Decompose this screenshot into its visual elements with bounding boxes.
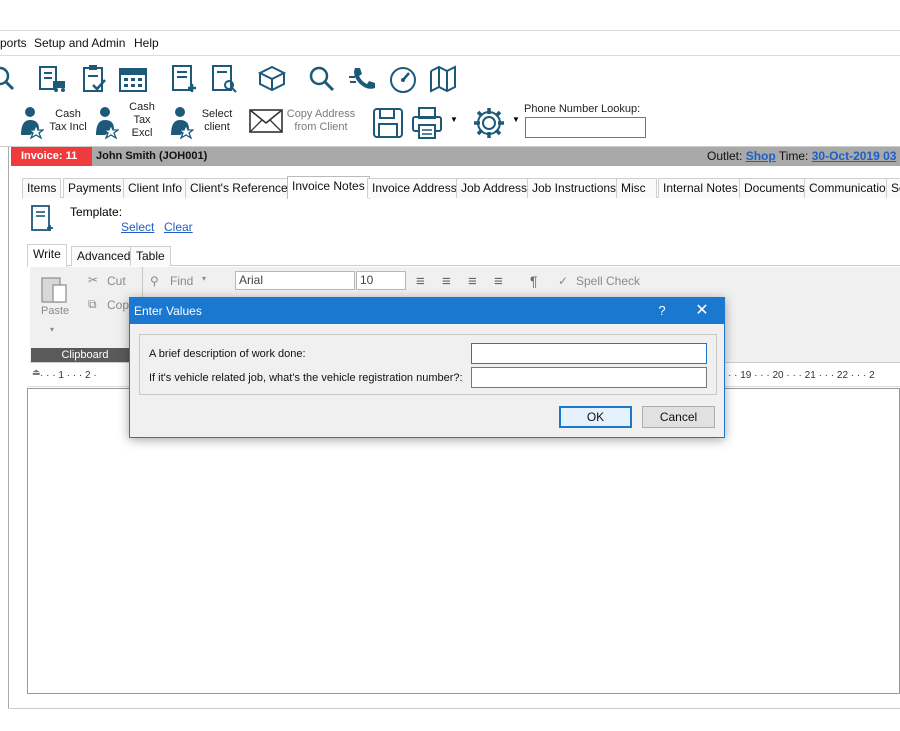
menu-bar: ports Setup and Admin Help: [0, 30, 900, 56]
search-clients-icon[interactable]: [0, 63, 18, 95]
template-label: Template:: [70, 205, 123, 219]
left-panel-edge: [0, 99, 9, 709]
vehicle-registration-label: If it's vehicle related job, what's the …: [149, 372, 463, 384]
tab-overflow[interactable]: Se: [886, 178, 900, 198]
work-description-label: A brief description of work done:: [149, 348, 306, 360]
invoice-header-bar: Invoice: 11 John Smith (JOH001) Outlet: …: [11, 147, 900, 166]
phone-lookup-input[interactable]: [525, 117, 646, 138]
delivery-docket-icon[interactable]: [36, 63, 68, 95]
invoice-number-badge: Invoice: 11: [11, 147, 92, 166]
template-area: Template: Select Clear: [22, 199, 900, 243]
main-icon-toolbar: [0, 57, 900, 99]
envelope-icon[interactable]: [249, 109, 283, 133]
template-clear-link[interactable]: Clear: [164, 220, 193, 234]
stock-box-icon[interactable]: [256, 63, 288, 95]
user-cash-tax-excl-icon[interactable]: [93, 105, 119, 139]
paste-icon[interactable]: [38, 273, 70, 305]
new-invoice-icon[interactable]: [168, 63, 200, 95]
cut-label[interactable]: Cut: [107, 274, 126, 288]
template-document-icon: [31, 205, 53, 231]
find-icon[interactable]: ⚲: [150, 274, 159, 288]
find-dropdown-chevron-icon[interactable]: ▾: [202, 274, 206, 283]
outlet-label: Outlet:: [707, 149, 743, 163]
ruler-left-ticks: · · · 1 · · · 2 ·: [40, 370, 97, 381]
find-label[interactable]: Find: [170, 274, 193, 288]
outlet-link[interactable]: Shop: [746, 149, 776, 163]
spell-check-label[interactable]: Spell Check: [576, 274, 640, 288]
tab-documents[interactable]: Documents: [739, 178, 810, 198]
cut-icon[interactable]: ✂: [88, 273, 98, 287]
time-label: Time:: [778, 149, 809, 163]
subtab-table[interactable]: Table: [130, 246, 171, 266]
tab-invoice-notes[interactable]: Invoice Notes: [287, 176, 370, 199]
tab-job-address[interactable]: Job Address: [456, 178, 533, 198]
copy-label[interactable]: Cop: [107, 298, 129, 312]
invoice-outlet-time: Outlet: Shop Time: 30-Oct-2019 03: [707, 147, 896, 166]
invoice-toolbar: Cash Tax Incl Cash Tax Excl Select client Co…: [0, 99, 900, 147]
ok-button[interactable]: OK: [559, 406, 632, 428]
window-bottom-border: [10, 708, 900, 709]
editor-subtabs: Write Advanced Table: [27, 244, 900, 267]
template-select-link[interactable]: Select: [121, 220, 154, 234]
user-cash-tax-incl-icon[interactable]: [18, 105, 44, 139]
print-dropdown-chevron-icon[interactable]: ▼: [450, 115, 458, 124]
help-icon[interactable]: ?: [650, 298, 674, 324]
search-icon[interactable]: [306, 63, 338, 95]
menu-help[interactable]: Help: [134, 36, 159, 50]
tab-misc[interactable]: Misc: [616, 178, 657, 198]
tab-internal-notes[interactable]: Internal Notes: [658, 178, 743, 198]
align-center-icon[interactable]: ≡: [442, 273, 451, 290]
cash-tax-incl-label[interactable]: Cash Tax Incl: [46, 108, 90, 134]
calendar-icon[interactable]: [117, 63, 149, 95]
tab-clients-references[interactable]: Client's References: [185, 178, 299, 198]
clipboard-group-label: Clipboard: [31, 348, 139, 362]
invoice-tabs: Items Payments Client Info Client's Refe…: [22, 176, 900, 199]
align-right-icon[interactable]: ≡: [468, 273, 477, 290]
dialog-fields-panel: A brief description of work done: If it'…: [139, 334, 717, 395]
paste-dropdown-chevron-icon[interactable]: ▾: [50, 325, 54, 334]
speedometer-icon[interactable]: [387, 63, 419, 95]
dialog-title: Enter Values: [130, 298, 724, 324]
save-icon[interactable]: [372, 107, 404, 139]
tab-items[interactable]: Items: [22, 178, 62, 198]
clipboard-check-icon[interactable]: [78, 63, 110, 95]
subtab-write[interactable]: Write: [27, 244, 67, 267]
search-invoice-icon[interactable]: [208, 63, 240, 95]
cancel-button[interactable]: Cancel: [642, 406, 715, 428]
tab-client-info[interactable]: Client Info: [123, 178, 188, 198]
enter-values-dialog: Enter Values ? ✕ A brief description of …: [129, 297, 725, 438]
subtab-advanced[interactable]: Advanced: [71, 246, 137, 266]
align-left-icon[interactable]: ≡: [416, 273, 425, 290]
tab-job-instructions[interactable]: Job Instructions: [527, 178, 622, 198]
copy-icon[interactable]: ⧉: [88, 297, 97, 312]
spell-check-icon[interactable]: ✓: [558, 274, 568, 288]
menu-setup-and-admin[interactable]: Setup and Admin: [34, 36, 125, 50]
cash-tax-excl-label[interactable]: Cash Tax Excl: [124, 101, 160, 140]
copy-address-from-client-label[interactable]: Copy Address from Client: [284, 108, 358, 134]
phone-call-icon[interactable]: [347, 63, 379, 95]
select-client-label[interactable]: Select client: [197, 108, 237, 134]
phone-lookup-label: Phone Number Lookup:: [524, 103, 641, 115]
map-icon[interactable]: [428, 63, 460, 95]
close-icon[interactable]: ✕: [687, 298, 717, 324]
work-description-input[interactable]: [471, 343, 707, 364]
tab-communication[interactable]: Communication: [804, 178, 898, 198]
font-family-select[interactable]: Arial: [235, 271, 355, 290]
align-justify-icon[interactable]: ≡: [494, 273, 503, 290]
settings-dropdown-chevron-icon[interactable]: ▼: [512, 115, 520, 124]
tab-invoice-address[interactable]: Invoice Address: [367, 178, 462, 198]
ruler-right-ticks: · · 19 · · · 20 · · · 21 · · · 22 · · · …: [728, 370, 875, 381]
tab-payments[interactable]: Payments: [63, 178, 127, 198]
print-icon[interactable]: [410, 106, 444, 140]
pilcrow-icon[interactable]: ¶: [530, 273, 538, 289]
time-link[interactable]: 30-Oct-2019 03: [812, 149, 897, 163]
font-size-select[interactable]: 10: [356, 271, 406, 290]
menu-reports[interactable]: ports: [0, 36, 27, 50]
vehicle-registration-input[interactable]: [471, 367, 707, 388]
invoice-client-name: John Smith (JOH001): [96, 150, 208, 162]
gear-icon[interactable]: [472, 106, 506, 140]
select-client-icon[interactable]: [168, 105, 194, 139]
paste-label[interactable]: Paste: [41, 305, 69, 317]
